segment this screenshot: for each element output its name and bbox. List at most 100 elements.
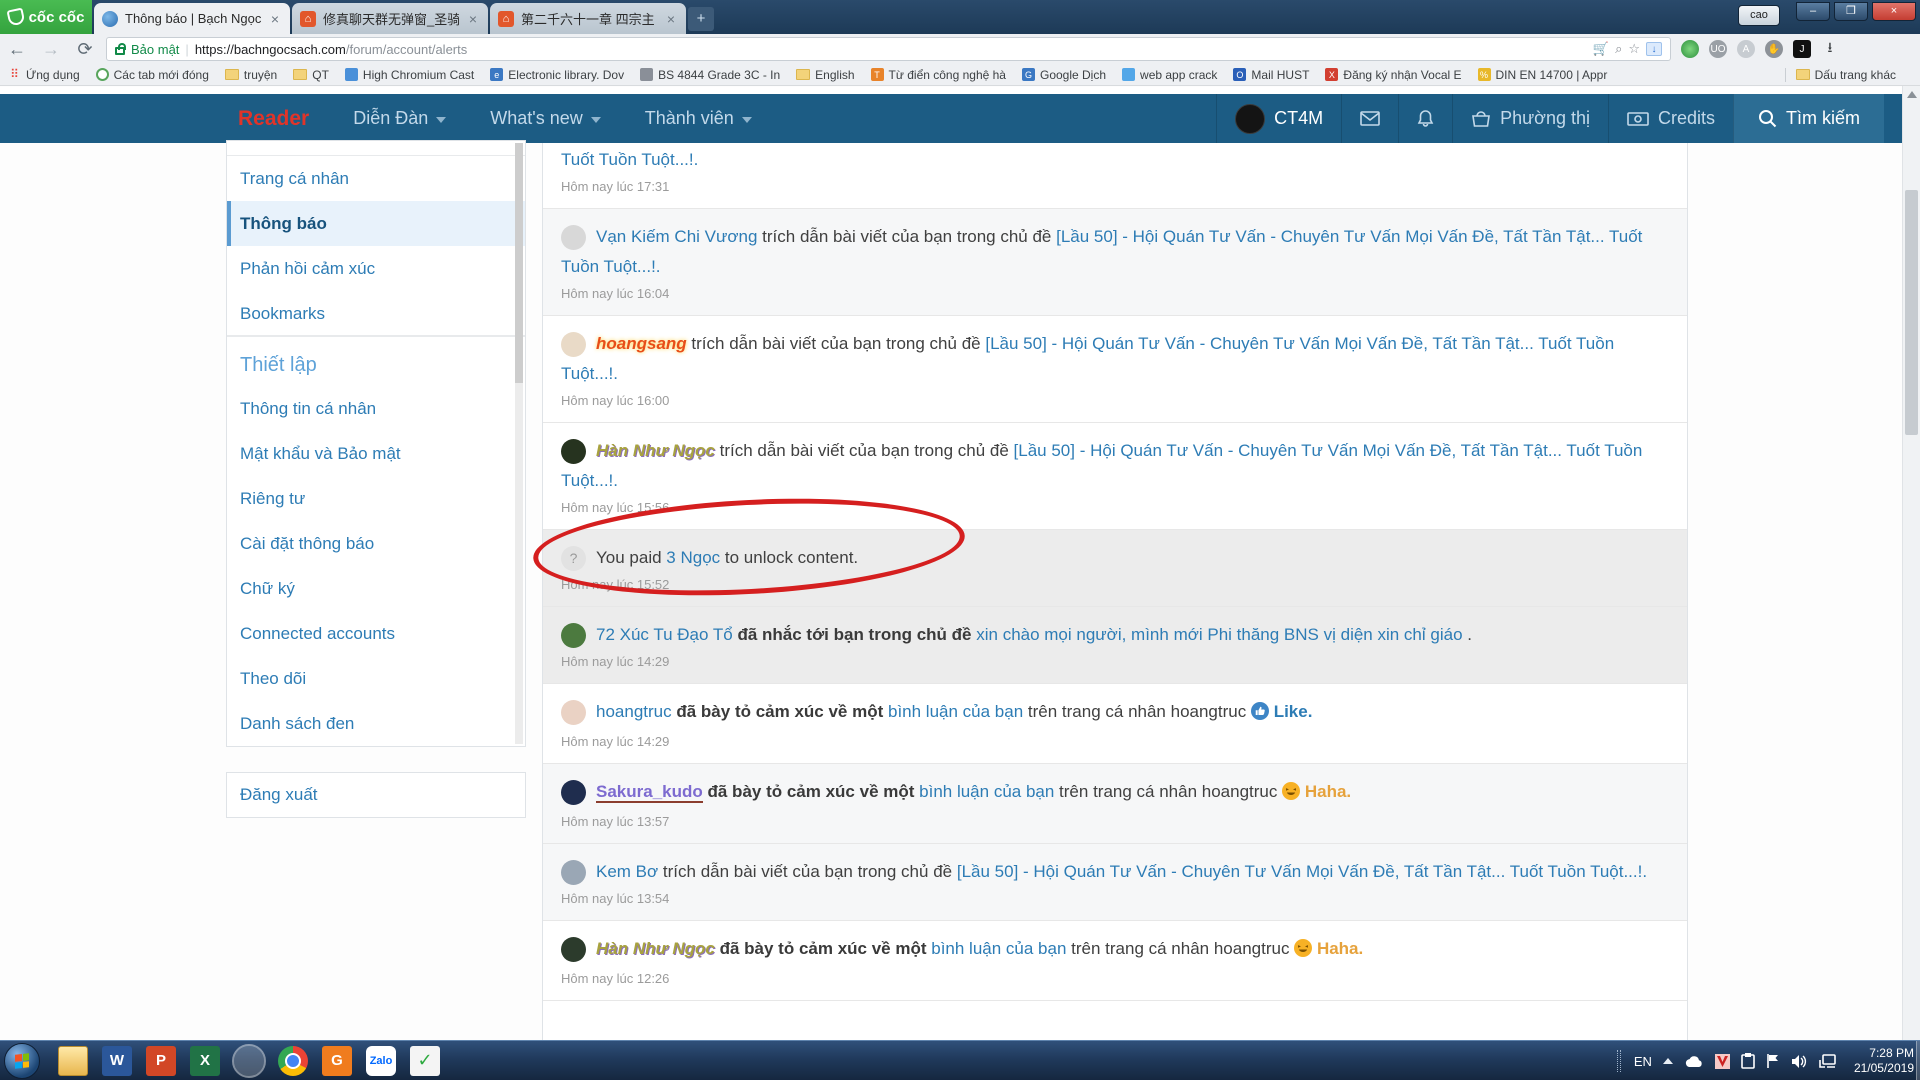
volume-icon[interactable] — [1791, 1054, 1808, 1069]
sidebar-item-theo-dõi[interactable]: Theo dõi — [227, 656, 525, 701]
nav-whats-new-menu[interactable]: What's new — [490, 108, 600, 129]
tray-expand-icon[interactable] — [1663, 1058, 1673, 1064]
account-menu[interactable]: CT4M — [1216, 94, 1341, 143]
reload-button[interactable]: ⟳ — [68, 39, 102, 60]
a-extension-icon[interactable]: A — [1737, 40, 1755, 58]
alert-link[interactable]: Vạn Kiếm Chi Vương — [596, 227, 757, 246]
page-url[interactable]: https://bachngocsach.com/forum/account/a… — [195, 42, 467, 57]
g-app-taskbar-icon[interactable]: G — [322, 1046, 352, 1076]
bookmark-item[interactable]: GGoogle Dịch — [1022, 68, 1106, 82]
word-taskbar-icon[interactable]: W — [102, 1046, 132, 1076]
bookmark-item[interactable]: Các tab mới đóng — [96, 68, 209, 82]
browser-tab[interactable]: Thông báo | Bạch Ngọc Sá× — [94, 3, 290, 34]
sidebar-item-trang-cá-nhân[interactable]: Trang cá nhân — [227, 156, 525, 201]
bookmark-item[interactable]: TTừ điển công nghệ hà — [871, 68, 1006, 82]
j-extension-icon[interactable]: J — [1793, 40, 1811, 58]
tab-close-icon[interactable]: × — [664, 11, 678, 27]
alert-link[interactable]: Tuốt Tuồn Tuột...!. — [561, 150, 698, 169]
coccoc-taskbar-icon[interactable] — [234, 1046, 264, 1076]
zalo-taskbar-icon[interactable]: Zalo — [366, 1046, 396, 1076]
action-center-flag-icon[interactable] — [1766, 1053, 1780, 1069]
show-desktop-button[interactable] — [1916, 1041, 1920, 1080]
alert-row[interactable]: Hàn Như Ngọc đã bày tỏ cảm xúc về một bì… — [543, 921, 1687, 1001]
sidebar-item-thông-báo[interactable]: Thông báo — [227, 201, 525, 246]
new-tab-button[interactable]: + — [688, 7, 714, 31]
alert-link[interactable]: hoangsang — [596, 334, 687, 353]
bookmark-item[interactable]: BS 4844 Grade 3C - In — [640, 68, 780, 82]
alert-link[interactable]: Kem Bơ — [596, 862, 658, 881]
bookmark-item[interactable]: truyện — [225, 68, 277, 82]
browser-tab[interactable]: ⌂修真聊天群无弹窗_圣骑士× — [292, 3, 488, 34]
zoom-page-icon[interactable]: ⌕ — [1615, 41, 1622, 57]
alerts-button[interactable] — [1398, 94, 1452, 143]
network-icon[interactable] — [1819, 1054, 1837, 1069]
alert-row[interactable]: Tuốt Tuồn Tuột...!. Hôm nay lúc 17:31 — [543, 143, 1687, 209]
alert-row[interactable]: hoangsang trích dẫn bài viết của bạn tro… — [543, 316, 1687, 423]
alert-row[interactable]: Sakura_kudo đã bày tỏ cảm xúc về một bìn… — [543, 764, 1687, 844]
excel-taskbar-icon[interactable]: X — [190, 1046, 220, 1076]
page-scrollbar[interactable] — [1902, 86, 1920, 1040]
tab-close-icon[interactable]: × — [466, 11, 480, 27]
sidebar-item-cài-đặt-thông-báo[interactable]: Cài đặt thông báo — [227, 521, 525, 566]
sidebar-item-bookmarks[interactable]: Bookmarks — [227, 291, 525, 336]
sidebar-item-phản-hồi-cảm-xúc[interactable]: Phản hồi cảm xúc — [227, 246, 525, 291]
search-button[interactable]: Tìm kiếm — [1733, 94, 1884, 143]
bookmark-item[interactable]: English — [796, 68, 854, 82]
bookmark-item[interactable]: OMail HUST — [1233, 68, 1309, 82]
nav-members-menu[interactable]: Thành viên — [645, 108, 752, 129]
bookmark-item[interactable]: XĐăng ký nhận Vocal E — [1325, 68, 1461, 82]
inbox-button[interactable] — [1341, 94, 1398, 143]
sidebar-scrollbar-thumb[interactable] — [515, 143, 523, 383]
alert-link[interactable]: bình luận của bạn — [919, 782, 1054, 801]
v-tray-icon[interactable] — [1715, 1054, 1730, 1069]
bookmark-item[interactable]: eElectronic library. Dov — [490, 68, 624, 82]
alert-link[interactable]: Sakura_kudo — [596, 782, 703, 803]
alert-row[interactable]: Vạn Kiếm Chi Vương trích dẫn bài viết củ… — [543, 209, 1687, 316]
bookmark-item[interactable]: QT — [293, 68, 329, 82]
language-indicator[interactable]: EN — [1634, 1054, 1652, 1069]
account-button[interactable]: cao — [1738, 5, 1780, 26]
clipboard-tray-icon[interactable] — [1741, 1053, 1755, 1069]
maximize-button[interactable]: ❐ — [1834, 2, 1868, 21]
sidebar-item-riêng-tư[interactable]: Riêng tư — [227, 476, 525, 521]
explorer-taskbar-icon[interactable] — [58, 1046, 88, 1076]
bookmark-item[interactable]: High Chromium Cast — [345, 68, 474, 82]
bookmark-item[interactable]: web app crack — [1122, 68, 1217, 82]
checker-taskbar-icon[interactable]: ✓ — [410, 1046, 440, 1076]
chrome-taskbar-icon[interactable] — [278, 1046, 308, 1076]
scrollbar-thumb[interactable] — [1905, 190, 1918, 435]
sidebar-item-chữ-ký[interactable]: Chữ ký — [227, 566, 525, 611]
tab-close-icon[interactable]: × — [268, 11, 282, 27]
cloud-tray-icon[interactable] — [1684, 1055, 1704, 1068]
sidebar-scrollbar[interactable] — [515, 143, 523, 744]
credits-link[interactable]: Credits — [1608, 94, 1733, 143]
browser-tab[interactable]: ⌂第二千六十一章 四宗主× — [490, 3, 686, 34]
logout-button[interactable]: Đăng xuất — [226, 772, 526, 818]
alert-link[interactable]: [Lầu 50] - Hội Quán Tư Vấn - Chuyên Tư V… — [957, 862, 1647, 881]
nav-forum-menu[interactable]: Diễn Đàn — [353, 108, 446, 129]
cart-icon[interactable]: 🛒 — [1593, 41, 1609, 57]
shop-link[interactable]: Phường thị — [1452, 94, 1608, 143]
alert-link[interactable]: xin chào mọi người, mình mới Phi thăng B… — [976, 625, 1462, 644]
alert-link[interactable]: 72 Xúc Tu Đạo Tổ — [596, 625, 733, 644]
alert-link[interactable]: Hàn Như Ngọc — [596, 939, 715, 958]
alert-row[interactable]: 72 Xúc Tu Đạo Tổ đã nhắc tới bạn trong c… — [543, 607, 1687, 684]
alert-link[interactable]: hoangtruc — [596, 702, 672, 721]
downloads-icon[interactable]: ⭳ — [1821, 40, 1839, 58]
back-button[interactable]: ← — [0, 39, 34, 60]
shield-extension-icon[interactable]: UO — [1709, 40, 1727, 58]
forward-button[interactable]: → — [34, 39, 68, 60]
alert-row[interactable]: Kem Bơ trích dẫn bài viết của bạn trong … — [543, 844, 1687, 921]
sidebar-item-mật-khẩu-và-bảo-mật[interactable]: Mật khẩu và Bảo mật — [227, 431, 525, 476]
alert-row[interactable]: hoangtruc đã bày tỏ cảm xúc về một bình … — [543, 684, 1687, 764]
start-button[interactable] — [4, 1043, 40, 1079]
hand-extension-icon[interactable]: ✋ — [1765, 40, 1783, 58]
alert-link[interactable]: bình luận của bạn — [931, 939, 1066, 958]
address-bar[interactable]: Bảo mật | https://bachngocsach.com/forum… — [106, 37, 1671, 61]
bookmark-other-folder[interactable]: Dấu trang khác — [1796, 68, 1896, 82]
alert-link[interactable]: Hàn Như Ngọc — [596, 441, 715, 460]
bookmark-item[interactable]: %DIN EN 14700 | Appr — [1478, 68, 1608, 82]
alert-link[interactable]: bình luận của bạn — [888, 702, 1023, 721]
save-page-icon[interactable]: ☆ — [1628, 41, 1640, 57]
globe-extension-icon[interactable] — [1681, 40, 1699, 58]
